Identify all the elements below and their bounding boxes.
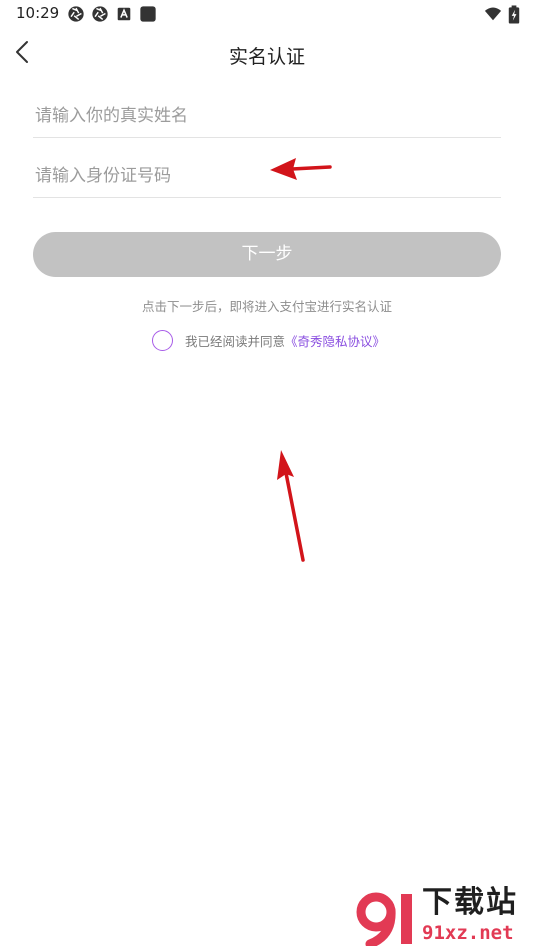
watermark-title: 下载站 bbox=[422, 885, 518, 920]
agreement-text: 我已经阅读并同意 bbox=[185, 333, 286, 349]
alipay-hint-text: 点击下一步后，即将进入支付宝进行实名认证 bbox=[141, 299, 392, 314]
status-icons-right bbox=[484, 4, 520, 24]
next-step-button[interactable]: 下一步 bbox=[33, 232, 501, 277]
square-app-icon bbox=[140, 6, 156, 22]
status-time: 10:29 bbox=[16, 4, 60, 22]
id-number-field bbox=[33, 154, 501, 198]
agreement-row: 我已经阅读并同意 《奇秀隐私协议》 bbox=[152, 329, 385, 351]
name-field bbox=[33, 94, 501, 138]
brand-logo-icon bbox=[356, 892, 412, 946]
battery-charging-icon bbox=[508, 4, 520, 24]
page-title: 实名认证 bbox=[228, 46, 305, 68]
status-icons-left bbox=[67, 4, 157, 24]
site-watermark: 下载站 91xz.net bbox=[356, 886, 532, 948]
a-badge-icon bbox=[117, 7, 131, 21]
status-bar: 10:29 bbox=[0, 0, 534, 28]
nav-bar: 实名认证 bbox=[0, 28, 534, 78]
privacy-agreement-link[interactable]: 《奇秀隐私协议》 bbox=[285, 331, 385, 350]
agreement-checkbox[interactable] bbox=[152, 329, 173, 351]
aperture-icon bbox=[68, 6, 84, 22]
wifi-icon bbox=[484, 7, 502, 21]
id-number-input[interactable] bbox=[33, 154, 501, 197]
annotation-arrows bbox=[270, 158, 332, 562]
name-input[interactable] bbox=[33, 94, 501, 137]
arrow-up-icon bbox=[277, 450, 305, 562]
aperture-icon bbox=[92, 6, 108, 22]
watermark-url: 91xz.net bbox=[422, 922, 514, 944]
